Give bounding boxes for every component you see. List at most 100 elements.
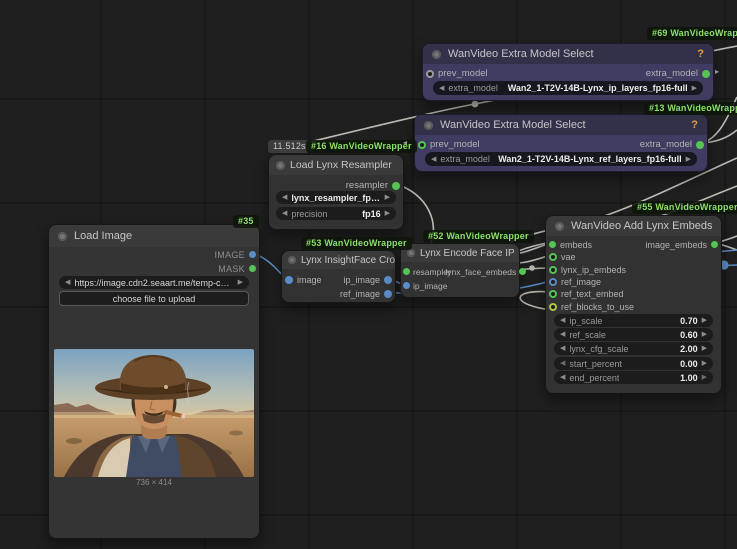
input-slot-ref-blocks-to-use[interactable]: ref_blocks_to_use xyxy=(549,302,634,312)
collapse-dot-icon[interactable] xyxy=(58,232,67,241)
collapse-dot-icon[interactable] xyxy=(288,256,296,264)
widget-right-arrow-icon[interactable]: ▶ xyxy=(702,374,707,381)
output-slot-extra-model[interactable]: extra_model xyxy=(640,139,704,150)
output-dot[interactable] xyxy=(696,141,704,149)
combo-left-arrow-icon[interactable]: ◀ xyxy=(65,279,70,286)
output-slot-image[interactable]: IMAGE xyxy=(214,250,256,260)
input-slot-prev-model[interactable]: prev_model xyxy=(426,68,488,79)
output-dot[interactable] xyxy=(384,290,392,298)
collapse-dot-icon[interactable] xyxy=(424,121,433,130)
node-lynx-insightface-crop[interactable]: Lynx InsightFace Crop image ip_image ref… xyxy=(281,250,396,303)
collapse-dot-icon[interactable] xyxy=(407,249,415,257)
output-slot-image-embeds[interactable]: image_embeds xyxy=(645,240,718,250)
help-icon[interactable]: ? xyxy=(697,48,704,60)
node-wanvideo-extra-model-select-69[interactable]: WanVideo Extra Model Select ? prev_model… xyxy=(422,43,714,101)
input-slot-lynx-ip-embeds[interactable]: lynx_ip_embeds xyxy=(549,265,626,275)
input-slot-ref-text-embed[interactable]: ref_text_embed xyxy=(549,289,624,299)
widget-right-arrow-icon[interactable]: ▶ xyxy=(702,331,707,338)
input-slot-ref-image[interactable]: ref_image xyxy=(549,277,601,287)
input-dot[interactable] xyxy=(285,276,293,284)
widget-right-arrow-icon[interactable]: ▶ xyxy=(702,360,707,367)
collapse-dot-icon[interactable] xyxy=(276,161,285,170)
collapse-dot-icon[interactable] xyxy=(432,50,441,59)
widget-left-arrow-icon[interactable]: ◀ xyxy=(560,331,565,338)
node-title: Lynx Encode Face IP xyxy=(420,248,515,259)
combo-left-arrow-icon[interactable]: ◀ xyxy=(439,85,444,92)
lynx-cfg-scale-widget[interactable]: ◀ lynx_cfg_scale 2.00 ▶ xyxy=(554,342,713,355)
input-dot[interactable] xyxy=(418,141,426,149)
node-titlebar[interactable]: Lynx Encode Face IP xyxy=(401,244,519,262)
input-dot[interactable] xyxy=(403,282,410,289)
input-dot[interactable] xyxy=(549,278,557,286)
combo-right-arrow-icon[interactable]: ▶ xyxy=(385,210,390,217)
node-titlebar[interactable]: WanVideo Extra Model Select ? xyxy=(423,44,713,64)
input-slot-prev-model[interactable]: prev_model xyxy=(418,139,480,150)
output-slot-lynx-face-embeds[interactable]: lynx_face_embeds xyxy=(445,267,517,277)
output-dot[interactable] xyxy=(392,182,400,190)
output-slot-extra-model[interactable]: extra_model xyxy=(646,68,710,79)
input-slot-embeds[interactable]: embeds xyxy=(549,240,592,250)
combo-right-arrow-icon[interactable]: ▶ xyxy=(385,194,390,201)
output-slot-ref-image[interactable]: ref_image xyxy=(340,289,392,299)
combo-left-arrow-icon[interactable]: ◀ xyxy=(282,210,287,217)
output-slot-mask[interactable]: MASK xyxy=(218,264,256,274)
node-load-image[interactable]: Load Image IMAGE MASK ◀ https://image.cd… xyxy=(48,224,260,539)
widget-right-arrow-icon[interactable]: ▶ xyxy=(702,317,707,324)
combo-left-arrow-icon[interactable]: ◀ xyxy=(282,194,287,201)
lynx-resampler-combo[interactable]: ◀ lynx_resampler_fp32-... ▶ xyxy=(276,191,396,204)
node-graph-canvas[interactable]: #69 WanVideoWrapper #13 WanVideoWrapper … xyxy=(0,0,737,549)
node-titlebar[interactable]: Lynx InsightFace Crop xyxy=(282,251,395,269)
image-source-combo[interactable]: ◀ https://image.cdn2.seaart.me/temp-conv… xyxy=(59,276,249,289)
input-slot-ip-image[interactable]: ip_image xyxy=(403,281,448,291)
widget-left-arrow-icon[interactable]: ◀ xyxy=(560,317,565,324)
node-wanvideo-extra-model-select-13[interactable]: WanVideo Extra Model Select ? prev_model… xyxy=(414,114,708,172)
node-badge: #35 xyxy=(233,215,259,228)
reroute-dot[interactable] xyxy=(472,101,479,108)
widget-left-arrow-icon[interactable]: ◀ xyxy=(560,374,565,381)
output-label: extra_model xyxy=(640,139,692,150)
extra-model-combo[interactable]: ◀ extra_model Wan2_1-T2V-14B-Lynx_ref_la… xyxy=(425,152,697,166)
combo-left-arrow-icon[interactable]: ◀ xyxy=(431,156,436,163)
help-icon[interactable]: ? xyxy=(691,119,698,131)
widget-right-arrow-icon[interactable]: ▶ xyxy=(702,345,707,352)
input-slot-resampler[interactable]: resampler xyxy=(403,267,445,277)
input-dot[interactable] xyxy=(549,266,557,274)
node-titlebar[interactable]: Load Image xyxy=(49,225,259,247)
node-title: Load Lynx Resampler xyxy=(290,159,392,171)
input-slot-vae[interactable]: vae xyxy=(549,252,576,262)
output-dot[interactable] xyxy=(249,251,256,258)
ip-scale-widget[interactable]: ◀ ip_scale 0.70 ▶ xyxy=(554,314,713,327)
node-titlebar[interactable]: WanVideo Extra Model Select ? xyxy=(415,115,707,135)
input-dot[interactable] xyxy=(549,253,557,261)
combo-right-arrow-icon[interactable]: ▶ xyxy=(686,156,691,163)
input-dot[interactable] xyxy=(426,70,434,78)
node-titlebar[interactable]: Load Lynx Resampler xyxy=(269,155,403,175)
precision-combo[interactable]: ◀ precision fp16 ▶ xyxy=(276,207,396,220)
output-dot[interactable] xyxy=(384,276,392,284)
reroute-dot[interactable] xyxy=(529,265,535,271)
ref-scale-widget[interactable]: ◀ ref_scale 0.60 ▶ xyxy=(554,328,713,341)
extra-model-combo[interactable]: ◀ extra_model Wan2_1-T2V-14B-Lynx_ip_lay… xyxy=(433,81,703,95)
widget-left-arrow-icon[interactable]: ◀ xyxy=(560,345,565,352)
node-lynx-encode-face-ip[interactable]: Lynx Encode Face IP resampler lynx_face_… xyxy=(400,243,520,298)
end-percent-widget[interactable]: ◀ end_percent 1.00 ▶ xyxy=(554,371,713,384)
combo-right-arrow-icon[interactable]: ▶ xyxy=(692,85,697,92)
choose-file-button[interactable]: choose file to upload xyxy=(59,291,249,306)
input-dot[interactable] xyxy=(549,241,556,248)
output-slot-ip-image[interactable]: ip_image xyxy=(343,275,392,285)
node-wanvideo-add-lynx-embeds[interactable]: WanVideo Add Lynx Embeds embeds image_em… xyxy=(545,215,722,394)
output-dot[interactable] xyxy=(711,241,718,248)
input-dot[interactable] xyxy=(403,268,410,275)
input-dot[interactable] xyxy=(549,290,557,298)
start-percent-widget[interactable]: ◀ start_percent 0.00 ▶ xyxy=(554,357,713,370)
collapse-dot-icon[interactable] xyxy=(555,222,564,231)
output-slot-resampler[interactable]: resampler xyxy=(346,180,400,191)
output-dot[interactable] xyxy=(249,265,256,272)
widget-left-arrow-icon[interactable]: ◀ xyxy=(560,360,565,367)
node-load-lynx-resampler[interactable]: Load Lynx Resampler resampler ◀ lynx_res… xyxy=(268,154,404,230)
input-dot[interactable] xyxy=(549,303,557,311)
node-titlebar[interactable]: WanVideo Add Lynx Embeds xyxy=(546,216,721,236)
combo-right-arrow-icon[interactable]: ▶ xyxy=(238,279,243,286)
output-dot[interactable] xyxy=(702,70,710,78)
input-slot-image[interactable]: image xyxy=(285,275,322,285)
